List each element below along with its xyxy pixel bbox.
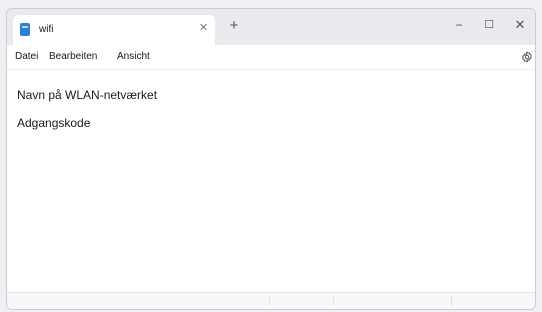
status-divider — [451, 296, 452, 306]
status-divider — [333, 296, 334, 306]
notepad-app-icon — [20, 23, 30, 36]
close-button[interactable]: ✕ — [508, 15, 532, 35]
menu-bar: Datei Bearbeiten Ansicht — [7, 45, 535, 70]
editor-line: Adgangskode — [17, 116, 91, 130]
menu-ansicht[interactable]: Ansicht — [117, 51, 150, 62]
title-bar[interactable]: wifi ✕ + − ☐ ✕ — [7, 9, 535, 45]
gear-icon[interactable] — [521, 50, 533, 63]
maximize-button[interactable]: ☐ — [477, 15, 501, 35]
status-divider — [269, 296, 270, 306]
status-bar — [7, 292, 535, 309]
tab-wifi[interactable]: wifi ✕ — [13, 15, 215, 45]
minimize-button[interactable]: − — [447, 15, 471, 35]
text-editor-area[interactable]: Navn på WLAN-netværket Adgangskode — [7, 70, 535, 293]
editor-line: Navn på WLAN-netværket — [17, 88, 158, 102]
notepad-window: wifi ✕ + − ☐ ✕ Datei Bearbeiten Ansicht … — [6, 8, 536, 310]
tab-close-icon[interactable]: ✕ — [199, 21, 208, 34]
new-tab-button[interactable]: + — [225, 17, 243, 35]
tab-title: wifi — [39, 24, 54, 35]
menu-datei[interactable]: Datei — [15, 51, 38, 62]
menu-bearbeiten[interactable]: Bearbeiten — [49, 51, 97, 62]
